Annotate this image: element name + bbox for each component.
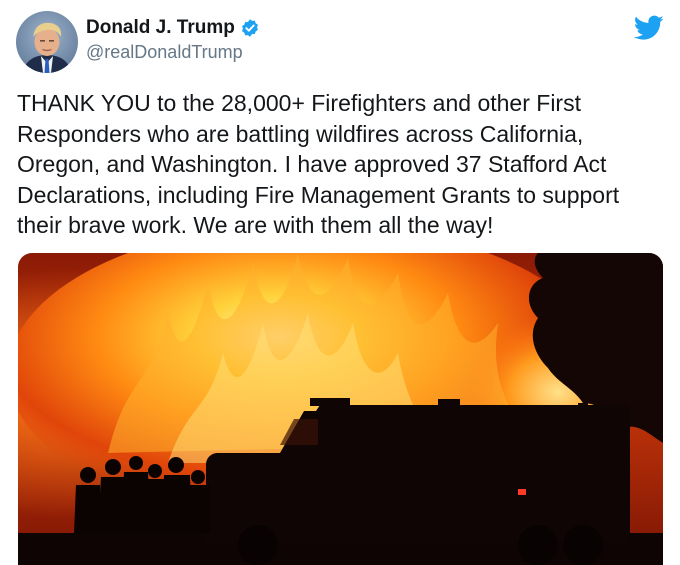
- tweet-media-photo[interactable]: [18, 253, 663, 565]
- author-avatar[interactable]: [16, 11, 78, 73]
- author-display-name[interactable]: Donald J. Trump: [86, 17, 235, 39]
- author-name-row: Donald J. Trump: [86, 16, 260, 40]
- tweet-text: THANK YOU to the 28,000+ Firefighters an…: [17, 90, 620, 238]
- twitter-bird-icon[interactable]: [633, 15, 664, 41]
- avatar-image: [16, 11, 78, 73]
- verified-badge-icon: [240, 18, 260, 38]
- tweet-card: Donald J. Trump @realDonaldTrump THANK Y…: [0, 0, 680, 565]
- wildfire-photo: [18, 253, 663, 565]
- author-block: Donald J. Trump @realDonaldTrump: [86, 16, 260, 63]
- author-handle[interactable]: @realDonaldTrump: [86, 42, 260, 63]
